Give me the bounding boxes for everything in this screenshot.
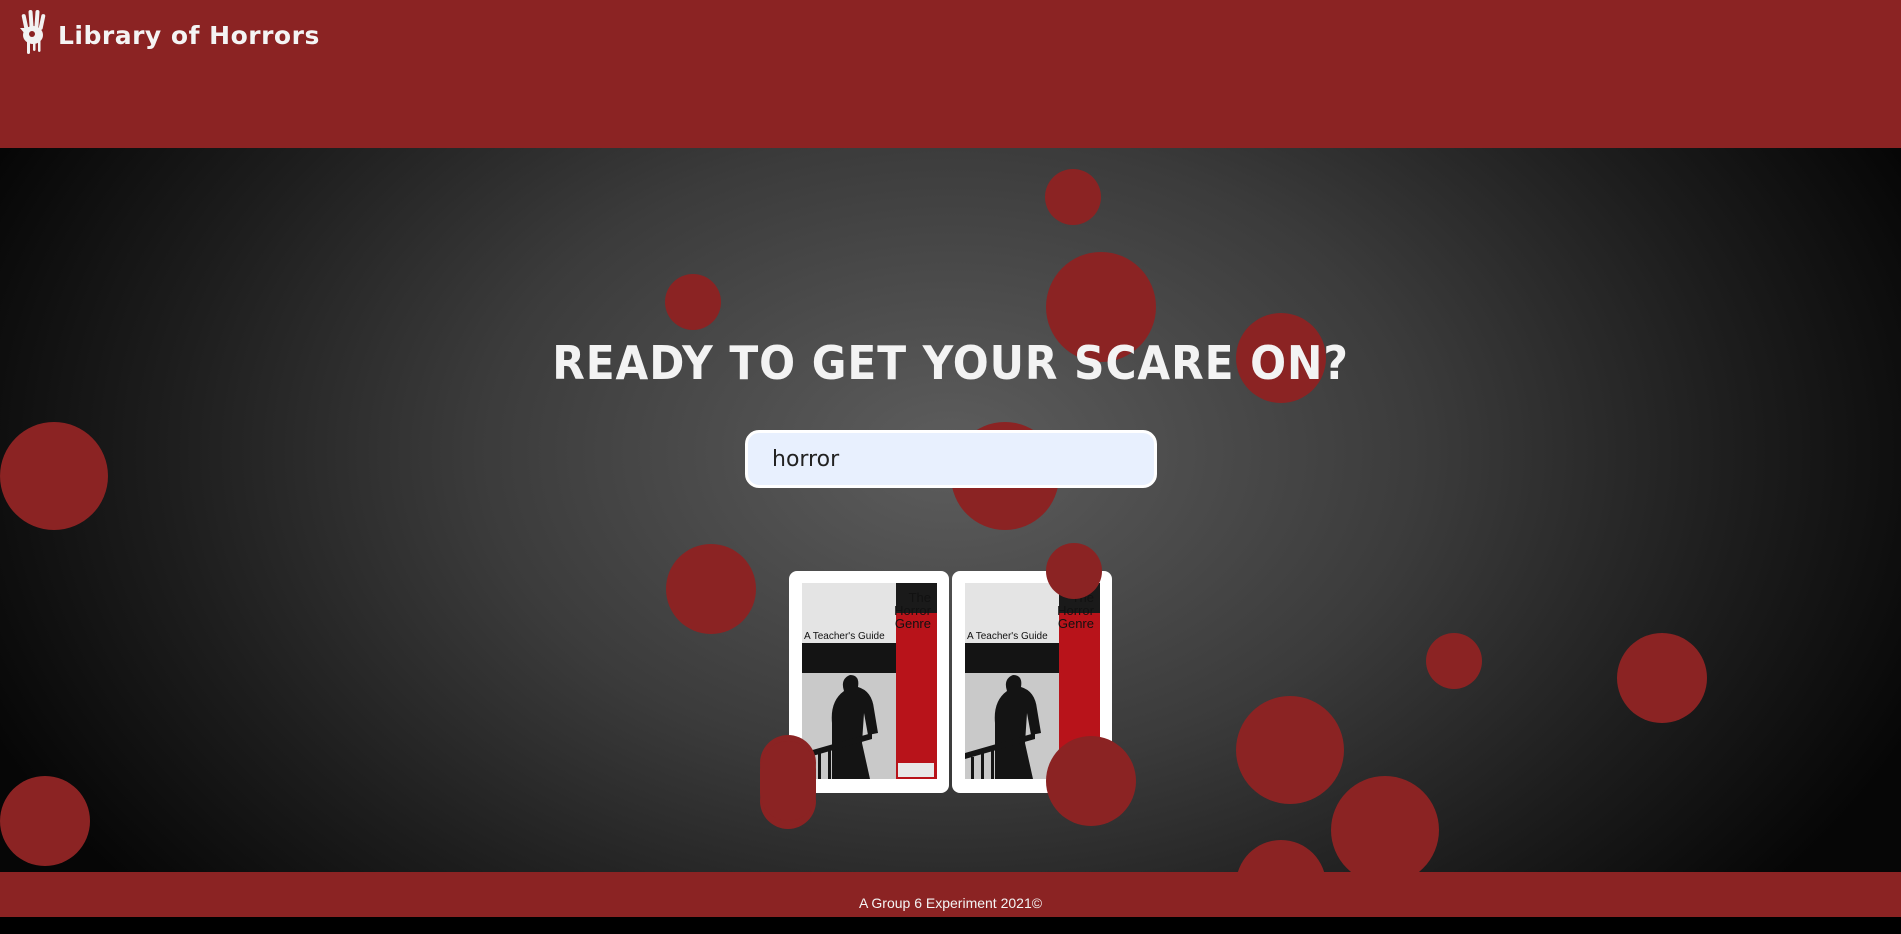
decorative-blood-drop [665, 274, 721, 330]
decorative-blood-drop [1045, 169, 1101, 225]
decorative-blood-drop [1617, 633, 1707, 723]
footer-credit: A Group 6 Experiment 2021© [858, 895, 1043, 911]
decorative-blood-drop [760, 741, 816, 821]
decorative-blood-drop [1046, 736, 1136, 826]
page-headline: READY TO GET YOUR SCARE ON? [552, 336, 1349, 390]
cover-subtitle: A Teacher's Guide [967, 631, 1048, 642]
search-input[interactable] [745, 430, 1157, 488]
site-header: Library of Horrors [0, 0, 1901, 148]
decorative-blood-drop [1046, 543, 1102, 599]
main-hero: READY TO GET YOUR SCARE ON? horror The H… [0, 148, 1901, 872]
cover-title-line: Genre [1057, 616, 1094, 631]
decorative-blood-drop [0, 776, 90, 866]
cover-title: The Horror Genre [894, 591, 931, 630]
bloody-hand-icon [20, 10, 46, 54]
site-footer: A Group 6 Experiment 2021© [0, 872, 1901, 917]
decorative-blood-drop [1236, 696, 1344, 804]
brand-name: Library of Horrors [58, 20, 320, 50]
decorative-blood-drop [0, 422, 108, 530]
cover-subtitle: A Teacher's Guide [804, 631, 885, 642]
brand-logo-link[interactable]: Library of Horrors [18, 8, 320, 58]
decorative-blood-drop [1331, 776, 1439, 872]
decorative-blood-drop [1236, 840, 1326, 872]
book-cover-image: The Horror Genre A Teacher's Guide [802, 583, 937, 779]
decorative-blood-drop [666, 544, 756, 634]
decorative-blood-drop [1426, 633, 1482, 689]
cover-title-line: Genre [894, 616, 931, 631]
